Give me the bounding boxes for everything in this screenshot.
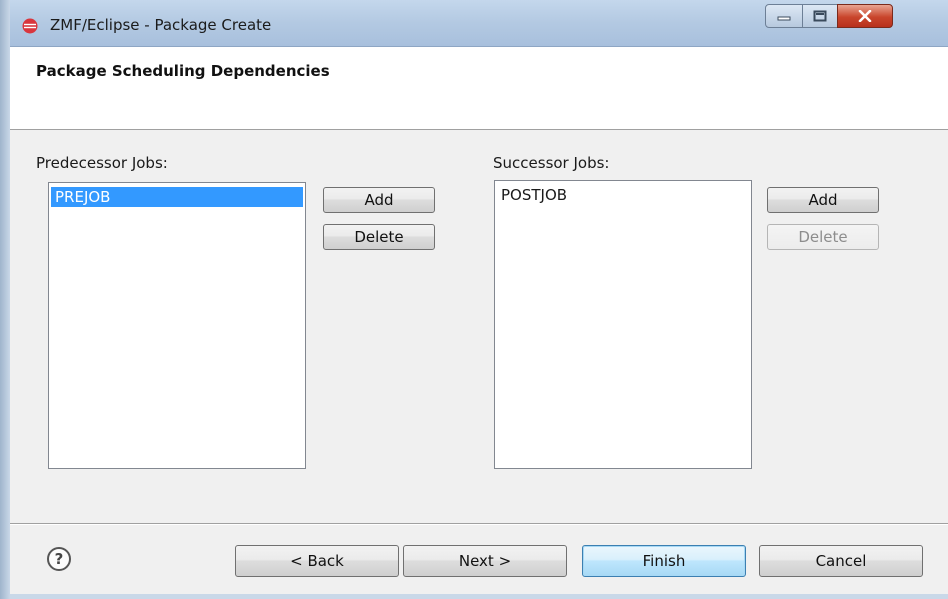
footer-separator: [10, 523, 948, 525]
maximize-button[interactable]: [802, 4, 838, 28]
next-button[interactable]: Next >: [403, 545, 567, 577]
page-title: Package Scheduling Dependencies: [36, 62, 330, 80]
back-button[interactable]: < Back: [235, 545, 399, 577]
eclipse-logo-icon: [22, 18, 38, 34]
back-button-label: < Back: [290, 552, 344, 570]
cancel-button-label: Cancel: [815, 552, 867, 570]
wizard-header: Package Scheduling Dependencies: [10, 47, 948, 130]
minimize-button[interactable]: [765, 4, 803, 28]
window-title: ZMF/Eclipse - Package Create: [50, 16, 272, 34]
successor-jobs-list[interactable]: POSTJOB: [494, 180, 752, 469]
title-bar[interactable]: ZMF/Eclipse - Package Create: [10, 0, 948, 47]
predecessor-delete-button[interactable]: Delete: [323, 224, 435, 250]
predecessor-jobs-list[interactable]: PREJOB: [48, 182, 306, 469]
close-icon: [858, 10, 872, 22]
close-button[interactable]: [837, 4, 893, 28]
next-button-label: Next >: [458, 552, 512, 570]
maximize-icon: [813, 10, 827, 22]
list-item[interactable]: POSTJOB: [497, 185, 749, 205]
predecessor-jobs-label: Predecessor Jobs:: [36, 154, 168, 172]
minimize-icon: [777, 16, 791, 21]
list-item[interactable]: PREJOB: [51, 187, 303, 207]
dialog-window: ZMF/Eclipse - Package Create Package Sch…: [10, 0, 948, 599]
finish-button[interactable]: Finish: [582, 545, 746, 577]
cancel-button[interactable]: Cancel: [759, 545, 923, 577]
help-icon[interactable]: ?: [47, 547, 71, 571]
successor-delete-button: Delete: [767, 224, 879, 250]
successor-jobs-label: Successor Jobs:: [493, 154, 610, 172]
finish-button-label: Finish: [642, 552, 686, 570]
predecessor-add-button[interactable]: Add: [323, 187, 435, 213]
window-frame-bottom: [10, 594, 948, 599]
successor-add-button[interactable]: Add: [767, 187, 879, 213]
